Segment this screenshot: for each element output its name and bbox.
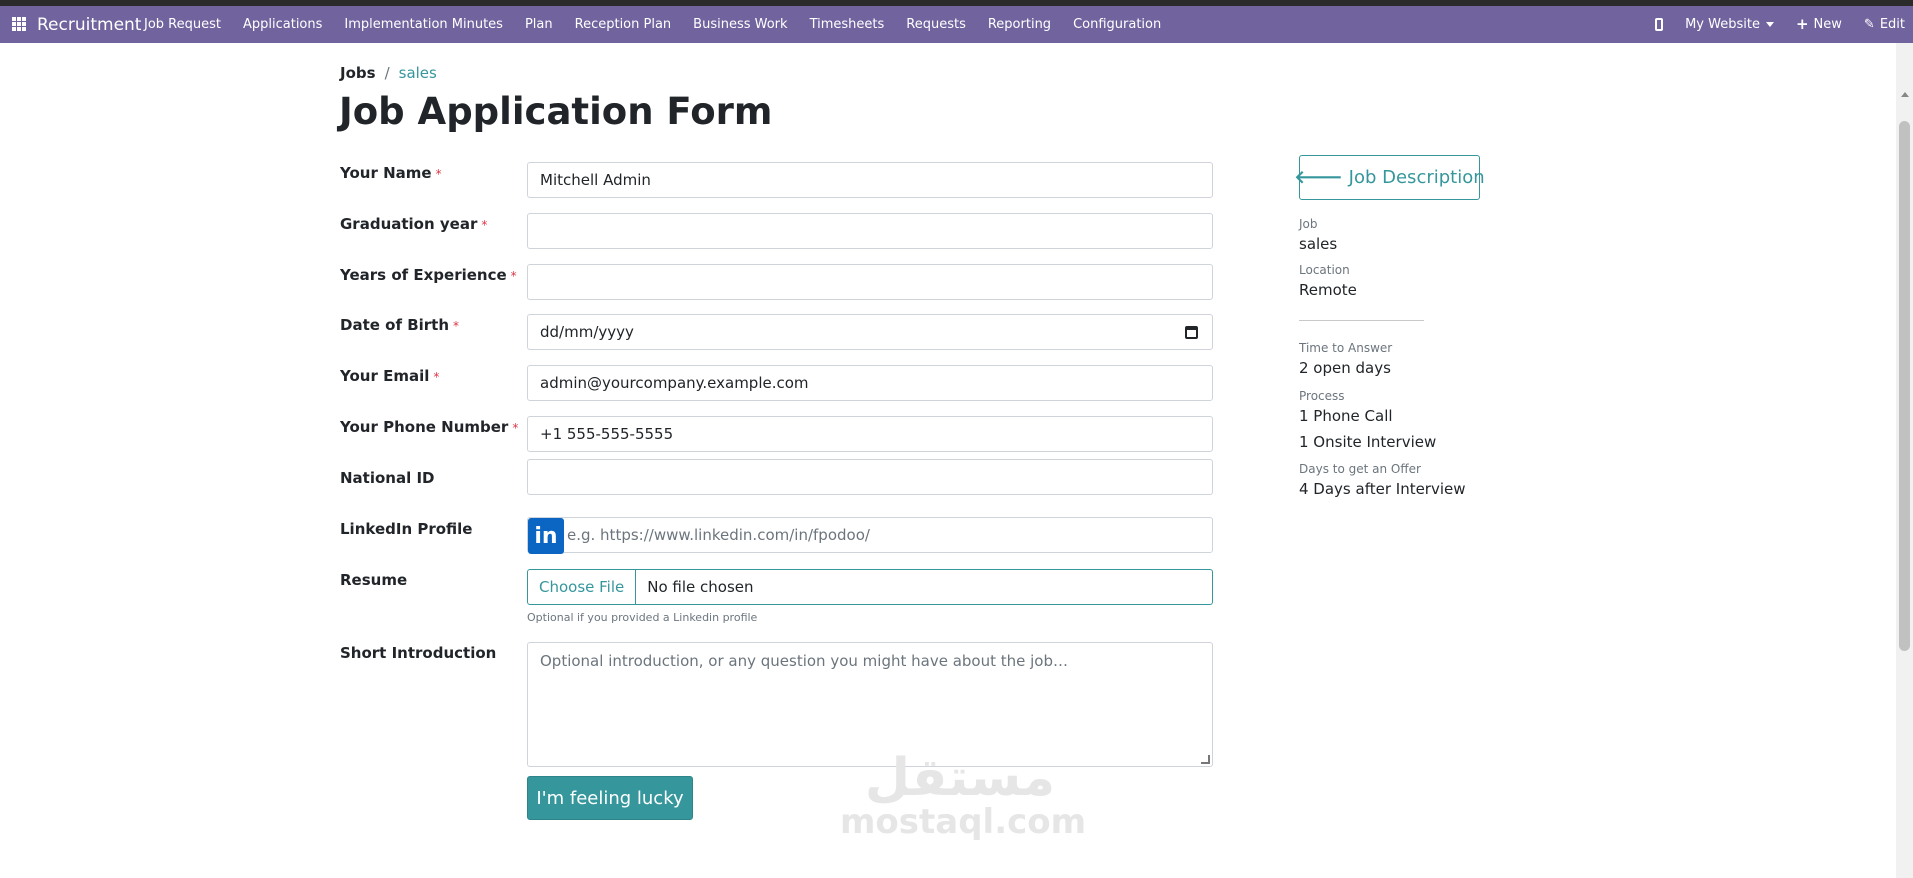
website-switcher-label: My Website <box>1685 17 1760 32</box>
watermark-arabic: مستقل <box>864 748 1056 808</box>
name-label: Your Name * <box>340 164 442 182</box>
file-status: No file chosen <box>647 578 754 596</box>
phone-input-value: +1 555-555-5555 <box>540 425 674 443</box>
sidebar-divider <box>1299 320 1424 321</box>
job-description-button[interactable]: 🡐 Job Description <box>1294 155 1485 200</box>
submit-button[interactable]: I'm feeling lucky <box>527 776 693 820</box>
watermark-latin: mostaql.com <box>840 802 1087 842</box>
menu-plan[interactable]: Plan <box>525 17 553 32</box>
intro-placeholder: Optional introduction, or any question y… <box>540 652 1068 670</box>
experience-input[interactable] <box>527 264 1213 300</box>
watermark: مستقل mostaql.com <box>840 748 1087 842</box>
experience-label: Years of Experience * <box>340 266 517 284</box>
scroll-thumb[interactable] <box>1899 121 1910 651</box>
required-mark: * <box>453 319 460 333</box>
menu-job-request[interactable]: Job Request <box>144 17 221 32</box>
choose-file-button[interactable]: Choose File <box>528 570 637 604</box>
breadcrumb-current[interactable]: sales <box>399 64 437 82</box>
process-label: Process <box>1299 389 1345 403</box>
email-input-value: admin@yourcompany.example.com <box>540 374 809 392</box>
location-label: Location <box>1299 263 1350 277</box>
navbar-right: My Website + New ✎ Edit <box>1655 6 1913 43</box>
national-id-input[interactable] <box>527 459 1213 495</box>
resume-label: Resume <box>340 571 408 589</box>
resume-file-input[interactable]: Choose File No file chosen <box>527 569 1213 605</box>
arrow-left-icon: 🡐 <box>1294 167 1343 188</box>
national-id-label: National ID <box>340 469 435 487</box>
process-step: 1 Phone Call <box>1299 407 1393 425</box>
location-value: Remote <box>1299 281 1357 299</box>
phone-label: Your Phone Number * <box>340 418 519 436</box>
edit-button-label: Edit <box>1879 17 1905 32</box>
required-mark: * <box>512 421 519 435</box>
calendar-icon[interactable] <box>1185 326 1198 339</box>
time-to-answer-label: Time to Answer <box>1299 341 1393 355</box>
required-mark: * <box>433 370 440 384</box>
edit-button[interactable]: ✎ Edit <box>1864 17 1905 32</box>
intro-label: Short Introduction <box>340 644 497 662</box>
graduation-label: Graduation year * <box>340 215 488 233</box>
scroll-up-icon[interactable] <box>1901 92 1909 97</box>
job-label: Job <box>1299 217 1318 231</box>
offer-label: Days to get an Offer <box>1299 462 1421 476</box>
email-input[interactable]: admin@yourcompany.example.com <box>527 365 1213 401</box>
breadcrumb: Jobs / sales <box>340 64 437 82</box>
main-menu: Job Request Applications Implementation … <box>144 17 1183 32</box>
required-mark: * <box>481 218 488 232</box>
process-step: 1 Onsite Interview <box>1299 433 1437 451</box>
linkedin-placeholder: e.g. https://www.linkedin.com/in/fpodoo/ <box>567 526 870 544</box>
name-input-value: Mitchell Admin <box>540 171 651 189</box>
website-switcher[interactable]: My Website <box>1685 17 1774 32</box>
menu-applications[interactable]: Applications <box>243 17 322 32</box>
email-label: Your Email * <box>340 367 440 385</box>
page-scrollbar[interactable] <box>1896 43 1913 878</box>
plus-icon: + <box>1795 15 1809 33</box>
graduation-input[interactable] <box>527 213 1213 249</box>
apps-grid-icon[interactable] <box>12 17 26 31</box>
menu-timesheets[interactable]: Timesheets <box>810 17 885 32</box>
linkedin-input[interactable]: in e.g. https://www.linkedin.com/in/fpod… <box>527 517 1213 554</box>
new-button[interactable]: + New <box>1795 15 1842 33</box>
required-mark: * <box>510 269 517 283</box>
mobile-preview-button[interactable] <box>1655 18 1664 31</box>
caret-down-icon <box>1765 22 1774 27</box>
pencil-icon: ✎ <box>1863 17 1875 32</box>
job-description-label: Job Description <box>1348 167 1485 188</box>
resume-help-text: Optional if you provided a Linkedin prof… <box>527 611 758 624</box>
top-navbar: Recruitment Job Request Applications Imp… <box>0 6 1913 43</box>
page-title: Job Application Form <box>339 90 773 133</box>
phone-input[interactable]: +1 555-555-5555 <box>527 416 1213 452</box>
dob-input[interactable]: dd/mm/yyyy <box>527 314 1213 350</box>
menu-requests[interactable]: Requests <box>906 17 966 32</box>
required-mark: * <box>435 167 442 181</box>
menu-business-work[interactable]: Business Work <box>693 17 787 32</box>
new-button-label: New <box>1813 17 1842 32</box>
dob-label: Date of Birth * <box>340 316 460 334</box>
linkedin-label: LinkedIn Profile <box>340 520 473 538</box>
menu-configuration[interactable]: Configuration <box>1073 17 1161 32</box>
resize-handle-icon[interactable] <box>1201 755 1210 764</box>
breadcrumb-separator: / <box>384 64 390 82</box>
mobile-icon <box>1655 18 1664 31</box>
name-input[interactable]: Mitchell Admin <box>527 162 1213 198</box>
app-brand[interactable]: Recruitment <box>37 15 141 35</box>
dob-placeholder: dd/mm/yyyy <box>540 323 634 341</box>
breadcrumb-jobs[interactable]: Jobs <box>340 64 376 82</box>
job-value: sales <box>1299 235 1338 253</box>
linkedin-icon: in <box>528 518 564 554</box>
menu-reporting[interactable]: Reporting <box>988 17 1051 32</box>
menu-reception-plan[interactable]: Reception Plan <box>575 17 672 32</box>
time-to-answer-value: 2 open days <box>1299 359 1391 377</box>
menu-implementation-minutes[interactable]: Implementation Minutes <box>344 17 503 32</box>
offer-value: 4 Days after Interview <box>1299 480 1466 498</box>
